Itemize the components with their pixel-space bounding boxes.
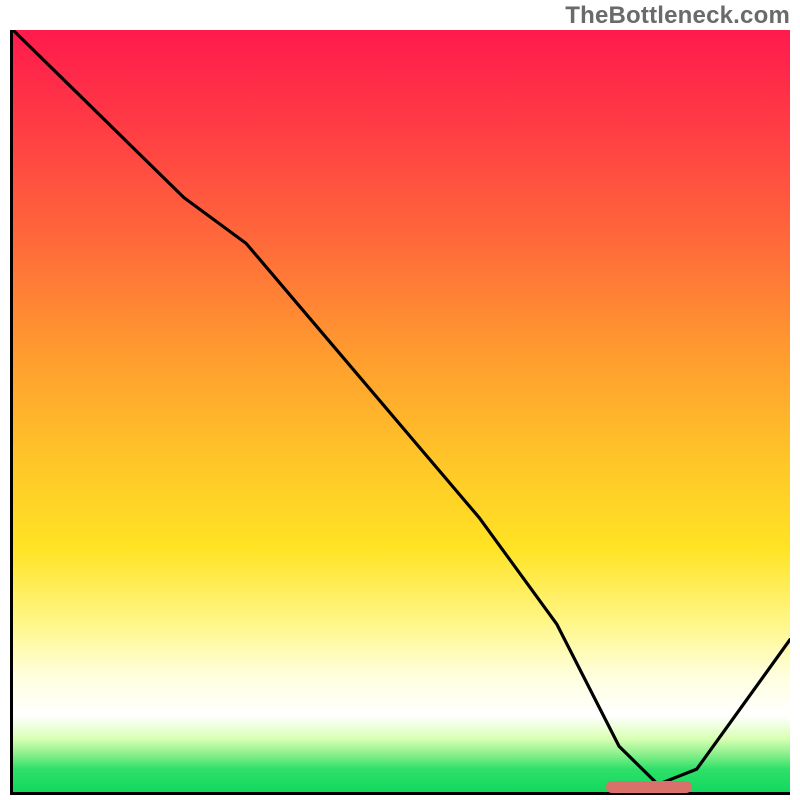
optimal-zone-marker xyxy=(606,781,692,793)
watermark-text: TheBottleneck.com xyxy=(565,2,790,30)
chart-root: TheBottleneck.com xyxy=(0,0,800,800)
plot-area xyxy=(10,30,790,795)
heat-gradient-background xyxy=(13,30,790,792)
